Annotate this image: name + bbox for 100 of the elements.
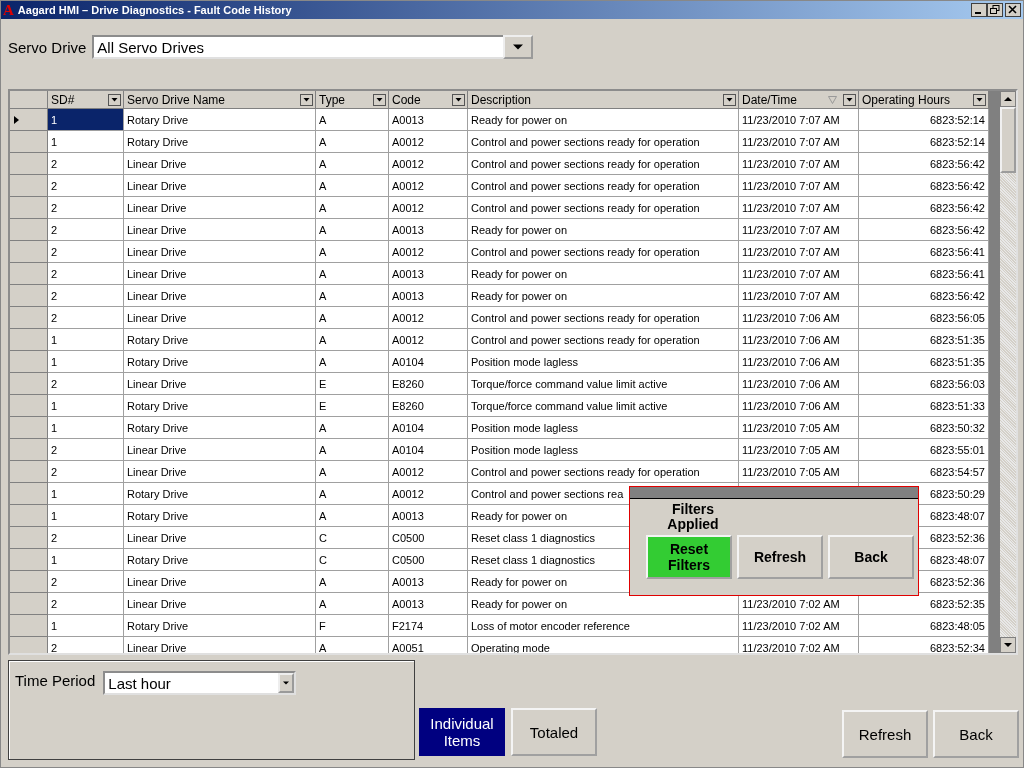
table-cell: 11/23/2010 7:07 AM <box>739 153 859 175</box>
table-cell: 6823:56:41 <box>859 263 989 285</box>
column-header[interactable]: Servo Drive Name <box>124 91 316 109</box>
table-cell: 11/23/2010 7:07 AM <box>739 241 859 263</box>
table-cell: Ready for power on <box>468 219 739 241</box>
table-cell: 6823:56:03 <box>859 373 989 395</box>
table-cell: E8260 <box>389 373 468 395</box>
table-cell: 1 <box>48 549 124 571</box>
table-cell: 11/23/2010 7:07 AM <box>739 285 859 307</box>
table-cell: 1 <box>48 483 124 505</box>
filter-dropdown-icon[interactable] <box>452 93 465 106</box>
table-cell: A <box>316 329 389 351</box>
table-cell: A <box>316 219 389 241</box>
filter-dropdown-icon[interactable] <box>973 93 986 106</box>
table-cell: 2 <box>48 637 124 653</box>
table-cell: Ready for power on <box>468 285 739 307</box>
table-cell: Linear Drive <box>124 285 316 307</box>
table-cell: 2 <box>48 439 124 461</box>
table-cell: A <box>316 263 389 285</box>
filter-dropdown-icon[interactable] <box>108 93 121 106</box>
servo-drive-dropdown[interactable]: All Servo Drives <box>92 35 534 59</box>
dialog-button[interactable]: Back <box>828 535 914 579</box>
table-cell: Linear Drive <box>124 439 316 461</box>
restore-icon[interactable] <box>987 3 1003 17</box>
close-icon[interactable] <box>1005 3 1021 17</box>
table-cell: A0012 <box>389 175 468 197</box>
refresh-button[interactable]: Refresh <box>842 710 928 758</box>
table-cell: Linear Drive <box>124 241 316 263</box>
table-cell: A0013 <box>389 285 468 307</box>
table-cell: 2 <box>48 527 124 549</box>
table-cell: Linear Drive <box>124 461 316 483</box>
app-logo: A <box>3 2 14 18</box>
table-cell: Rotary Drive <box>124 351 316 373</box>
table-cell: 2 <box>48 461 124 483</box>
table-cell: A <box>316 131 389 153</box>
row-header[interactable] <box>10 109 48 131</box>
table-cell: A <box>316 241 389 263</box>
column-header[interactable]: Code <box>389 91 468 109</box>
table-cell: Rotary Drive <box>124 395 316 417</box>
table-cell: 6823:56:42 <box>859 175 989 197</box>
filter-dropdown-icon[interactable] <box>300 93 313 106</box>
table-cell: 1 <box>48 395 124 417</box>
table-cell: A0013 <box>389 505 468 527</box>
time-period-dropdown[interactable]: Last hour <box>103 671 297 695</box>
view-tab[interactable]: Individual Items <box>419 708 505 756</box>
table-cell: Control and power sections ready for operation <box>468 307 739 329</box>
filter-dropdown-icon[interactable] <box>843 93 856 106</box>
dialog-button[interactable]: Reset Filters <box>646 535 732 579</box>
table-cell: 1 <box>48 329 124 351</box>
table-cell: 11/23/2010 7:05 AM <box>739 439 859 461</box>
table-cell: Rotary Drive <box>124 417 316 439</box>
table-cell: Linear Drive <box>124 571 316 593</box>
table-cell: C0500 <box>389 549 468 571</box>
filter-dropdown-icon[interactable] <box>723 93 736 106</box>
table-cell: Rotary Drive <box>124 615 316 637</box>
table-cell: 2 <box>48 197 124 219</box>
table-cell: 1 <box>48 417 124 439</box>
table-cell: A0012 <box>389 131 468 153</box>
table-cell: C <box>316 549 389 571</box>
table-cell: 6823:56:42 <box>859 153 989 175</box>
table-cell: 6823:52:14 <box>859 131 989 153</box>
table-cell: Linear Drive <box>124 263 316 285</box>
sort-descending-icon <box>828 95 837 104</box>
table-cell: Rotary Drive <box>124 483 316 505</box>
scrollbar[interactable] <box>1000 91 1016 653</box>
table-cell: Control and power sections ready for operation <box>468 153 739 175</box>
time-period-label: Time Period <box>15 671 96 691</box>
back-button[interactable]: Back <box>933 710 1019 758</box>
table-cell: A0013 <box>389 109 468 131</box>
minimize-icon[interactable] <box>971 3 987 17</box>
column-header[interactable]: SD# <box>48 91 124 109</box>
table-cell: A <box>316 197 389 219</box>
table-cell: A <box>316 637 389 653</box>
table-cell: Linear Drive <box>124 153 316 175</box>
table-cell: 11/23/2010 7:07 AM <box>739 197 859 219</box>
column-header[interactable]: Type <box>316 91 389 109</box>
filter-dropdown-icon[interactable] <box>373 93 386 106</box>
table-cell: Linear Drive <box>124 219 316 241</box>
table-cell: 2 <box>48 307 124 329</box>
table-cell: 6823:55:01 <box>859 439 989 461</box>
view-tab[interactable]: Totaled <box>511 708 597 756</box>
table-cell: E <box>316 373 389 395</box>
table-cell: 2 <box>48 593 124 615</box>
table-cell: Position mode lagless <box>468 439 739 461</box>
table-cell: 6823:48:05 <box>859 615 989 637</box>
table-cell: 1 <box>48 615 124 637</box>
table-cell: Rotary Drive <box>124 329 316 351</box>
table-cell: Control and power sections ready for operation <box>468 131 739 153</box>
dialog-button[interactable]: Refresh <box>737 535 823 579</box>
scroll-down-icon[interactable] <box>1000 637 1016 653</box>
scroll-thumb[interactable] <box>1000 107 1016 173</box>
table-cell: 11/23/2010 7:06 AM <box>739 373 859 395</box>
scroll-up-icon[interactable] <box>1000 91 1016 107</box>
table-cell: A <box>316 109 389 131</box>
table-cell: 11/23/2010 7:07 AM <box>739 263 859 285</box>
column-header[interactable]: Operating Hours <box>859 91 989 109</box>
column-header[interactable]: Description <box>468 91 739 109</box>
column-header[interactable]: Date/Time <box>739 91 859 109</box>
table-cell: 2 <box>48 175 124 197</box>
table-cell: 6823:52:35 <box>859 593 989 615</box>
